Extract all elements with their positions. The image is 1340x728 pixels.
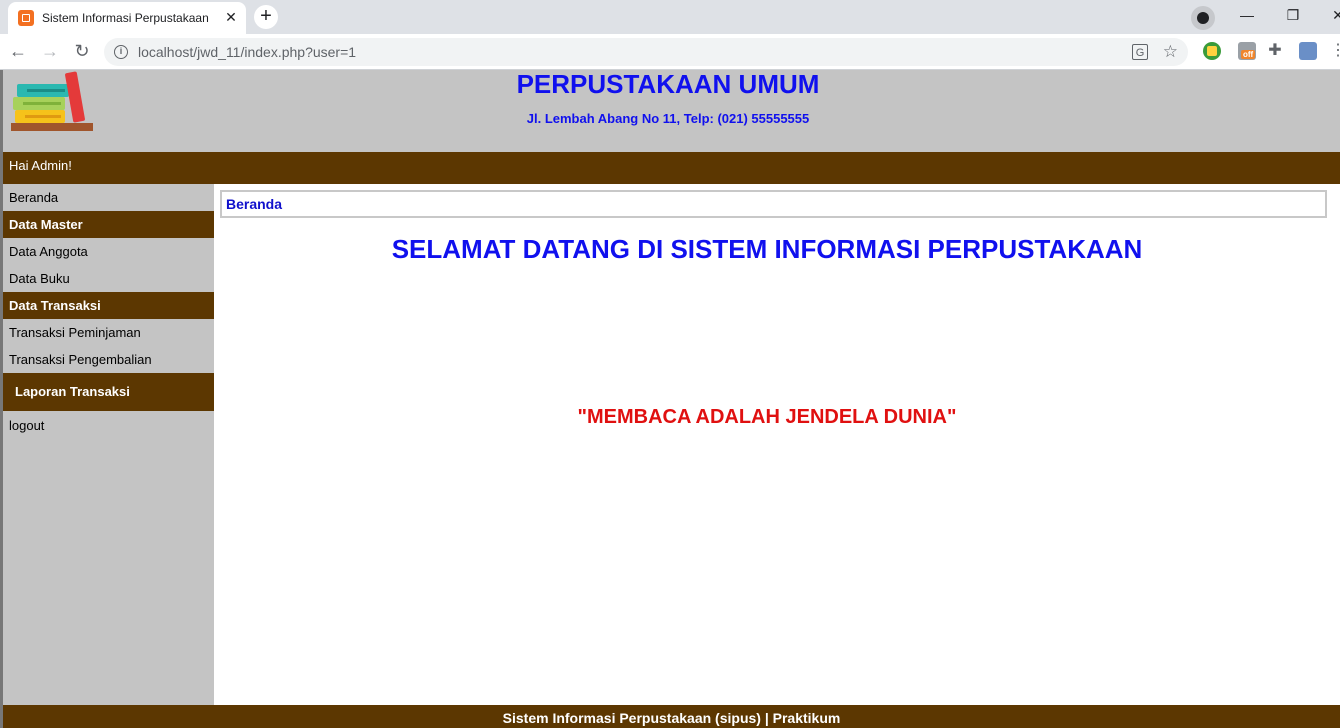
main-content: Beranda SELAMAT DATANG DI SISTEM INFORMA… [214,184,1340,705]
site-header: PERPUSTAKAAN UMUM Jl. Lembah Abang No 11… [3,70,1340,152]
profile-avatar[interactable] [1299,42,1317,60]
site-info-icon[interactable]: i [114,45,128,59]
extension-icon[interactable] [1203,42,1221,60]
site-footer: Sistem Informasi Perpustakaan (sipus) | … [3,705,1340,728]
sidebar: Beranda Data Master Data Anggota Data Bu… [3,184,214,705]
reload-button[interactable]: ↻ [70,40,94,64]
welcome-heading: SELAMAT DATANG DI SISTEM INFORMASI PERPU… [391,234,1143,264]
web-page: PERPUSTAKAAN UMUM Jl. Lembah Abang No 11… [0,70,1340,728]
restore-button[interactable]: ❐ [1281,4,1305,28]
extensions-puzzle-icon[interactable]: ✚ [1266,42,1284,60]
tab-close-icon[interactable]: ✕ [222,8,240,26]
breadcrumb: Beranda [220,190,1327,218]
extension-off-badge: off [1241,50,1256,59]
tab-title: Sistem Informasi Perpustakaan [42,11,209,25]
sidebar-item-data-buku[interactable]: Data Buku [3,265,214,292]
url-text[interactable]: localhost/jwd_11/index.php?user=1 [138,44,356,60]
sidebar-item-transaksi-pengembalian[interactable]: Transaksi Pengembalian [3,346,214,373]
browser-tabstrip: Sistem Informasi Perpustakaan ✕ + — ❐ ✕ [0,0,1340,34]
address-bar[interactable]: i localhost/jwd_11/index.php?user=1 G ☆ [104,38,1188,66]
site-title: PERPUSTAKAAN UMUM [516,69,820,99]
motto-text: "MEMBACA ADALAH JENDELA DUNIA" [577,406,957,428]
sidebar-item-logout[interactable]: logout [3,412,214,439]
close-window-button[interactable]: ✕ [1326,4,1340,28]
site-address: Jl. Lembah Abang No 11, Telp: (021) 5555… [526,111,810,126]
sidebar-heading-data-master: Data Master [3,211,214,238]
sidebar-item-data-anggota[interactable]: Data Anggota [3,238,214,265]
back-button[interactable]: ← [6,40,30,64]
xampp-favicon-icon [18,10,34,26]
tab-search-icon[interactable] [1191,6,1215,30]
new-tab-button[interactable]: + [254,5,278,29]
sidebar-heading-data-transaksi: Data Transaksi [3,292,214,319]
extension-off-icon[interactable]: off [1238,42,1256,60]
browser-toolbar: ← → ↻ i localhost/jwd_11/index.php?user=… [0,34,1340,70]
sidebar-item-laporan-transaksi[interactable]: Laporan Transaksi [3,373,214,411]
bookmark-star-icon[interactable]: ☆ [1163,42,1178,62]
minimize-button[interactable]: — [1235,4,1259,28]
translate-icon[interactable]: G [1132,44,1148,60]
forward-button[interactable]: → [38,40,62,64]
sidebar-item-transaksi-peminjaman[interactable]: Transaksi Peminjaman [3,319,214,346]
browser-tab[interactable]: Sistem Informasi Perpustakaan ✕ [8,2,246,34]
browser-menu-icon[interactable]: ⋮ [1330,42,1340,60]
sidebar-item-beranda[interactable]: Beranda [3,184,214,211]
greeting-bar: Hai Admin! [3,152,1340,184]
